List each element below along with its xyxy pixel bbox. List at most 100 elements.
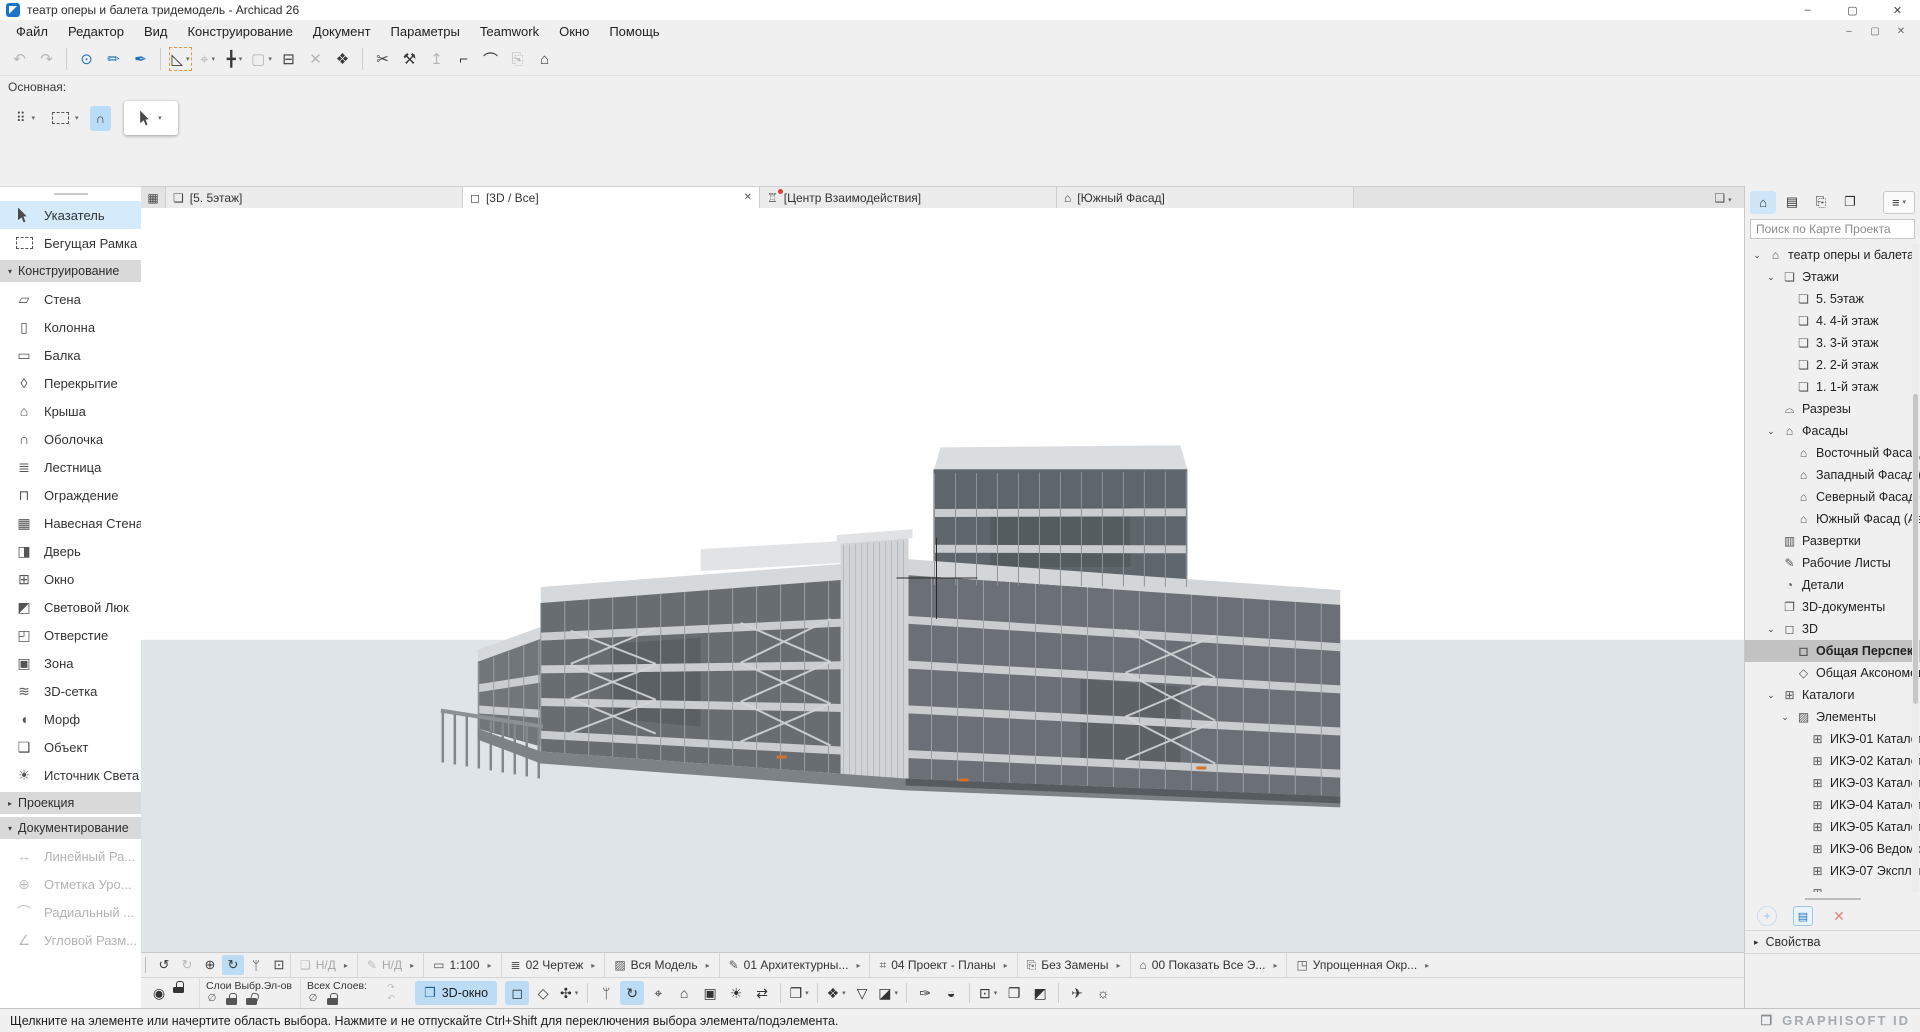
tree-item[interactable]: ⌓ Разрезы	[1745, 398, 1920, 420]
toolbox-item[interactable]: ≣ Лестница	[0, 453, 141, 481]
axonometry-icon[interactable]: ◇	[531, 981, 555, 1005]
item-icon[interactable]	[587, 983, 588, 1003]
brush-icon[interactable]: ✑	[913, 981, 937, 1005]
tree-item[interactable]: ▥ Развертки	[1745, 530, 1920, 552]
chevron-down-icon[interactable]	[1765, 426, 1777, 437]
project-map-icon[interactable]: ⌂	[1750, 191, 1776, 214]
item-icon[interactable]	[66, 48, 67, 70]
snap-guides-icon[interactable]: ▢	[249, 46, 274, 72]
doc-restore-icon[interactable]: ▢	[1865, 23, 1885, 41]
perspective-icon[interactable]: ◻	[505, 981, 529, 1005]
layout-book-icon[interactable]: ⎘	[1808, 191, 1834, 214]
new-view-icon[interactable]: ❏	[1714, 191, 1731, 205]
pointer-icon[interactable]	[124, 101, 178, 135]
doc-close-icon[interactable]: ✕	[1891, 23, 1911, 41]
search-input[interactable]	[1750, 219, 1915, 239]
toolbox-item[interactable]: ▭ Балка	[0, 341, 141, 369]
chevron-down-icon[interactable]	[1779, 712, 1791, 723]
quickbar-field[interactable]: ❏ Н/Д	[290, 953, 357, 977]
filter-elements-icon[interactable]: ▽	[850, 981, 874, 1005]
tree-item[interactable]: ✎ Рабочие Листы	[1745, 552, 1920, 574]
tree-item[interactable]: ⊞ ИКЭ-03 Каталог Д	[1745, 772, 1920, 794]
toolbox-item[interactable]: Указатель	[0, 201, 141, 229]
split-icon[interactable]: ✂	[370, 46, 395, 72]
orbit-3d-icon[interactable]: ↻	[620, 981, 644, 1005]
pick-up-parameters-icon[interactable]: ✏	[101, 46, 126, 72]
item-icon[interactable]	[1058, 983, 1059, 1003]
tree-item[interactable]: ❏ Этажи	[1745, 266, 1920, 288]
tree-item[interactable]: ⌂ Восточный Фасад (	[1745, 442, 1920, 464]
sun-study-icon[interactable]: ☀	[724, 981, 748, 1005]
toolbox-item[interactable]: ◩ Световой Люк	[0, 593, 141, 621]
fly-mode-icon[interactable]: ✈	[1065, 981, 1089, 1005]
tree-item[interactable]: ❏ 5. 5этаж	[1745, 288, 1920, 310]
tree-item[interactable]: ❏ 1. 1-й этаж	[1745, 376, 1920, 398]
zoom-in-icon[interactable]: ⊕	[199, 955, 221, 975]
quickbar-field[interactable]: ▭ 1:100	[423, 953, 500, 977]
tree-item[interactable]: ⌂ Южный Фасад (Авт	[1745, 508, 1920, 530]
panel-grip[interactable]	[1805, 898, 1861, 900]
quickbar-field[interactable]: ▨ Вся Модель	[604, 953, 718, 977]
toolbox-grip[interactable]	[54, 193, 88, 195]
publisher-icon[interactable]: ❐	[1837, 191, 1863, 214]
toolbox-item[interactable]: ❑ Объект	[0, 733, 141, 761]
tree-item[interactable]: ◻ Общая Перспекти	[1745, 640, 1920, 662]
elevate-icon[interactable]: ↥	[424, 46, 449, 72]
tree-item[interactable]: ⊞	[1745, 882, 1920, 892]
tree-item[interactable]: ◔ Детали	[1745, 574, 1920, 596]
tree-item[interactable]: ⊞ ИКЭ-06 Ведомост	[1745, 838, 1920, 860]
lock-icon[interactable]	[327, 993, 339, 1005]
toolbox-item[interactable]: ⌒ Радиальный ...	[0, 898, 141, 926]
toolbox-item[interactable]: ▦ Навесная Стена	[0, 509, 141, 537]
toolbox-item[interactable]: Бегущая Рамка	[0, 229, 141, 257]
fillet-icon[interactable]: ⌒	[478, 46, 503, 72]
menu-item[interactable]: Параметры	[381, 22, 470, 41]
menu-item[interactable]: Файл	[6, 22, 58, 41]
view-tab[interactable]: ⌂ [Южный Фасад]	[1057, 187, 1354, 208]
tracker-coordinates-icon[interactable]: ⌖	[195, 46, 220, 72]
chevron-down-icon[interactable]	[1751, 250, 1763, 261]
chevron-down-icon[interactable]	[1765, 272, 1777, 283]
marquee-3d-icon[interactable]: ❖	[824, 981, 848, 1005]
quickbar-field[interactable]: ⎘ Без Замены	[1017, 953, 1130, 977]
view-tab[interactable]: ❏ [5. 5этаж]	[166, 187, 463, 208]
tree-item[interactable]: ❏ 3. 3-й этаж	[1745, 332, 1920, 354]
guide-lines-icon[interactable]: ◺	[168, 46, 193, 72]
tab-overview-button[interactable]: ▦	[141, 187, 166, 208]
marquee-method-icon[interactable]	[46, 106, 85, 131]
toolbox-item[interactable]: ◖ Морф	[0, 705, 141, 733]
cutting-plane-icon[interactable]: ◪	[876, 981, 900, 1005]
tree-item[interactable]: ▨ Элементы	[1745, 706, 1920, 728]
menu-item[interactable]: Редактор	[58, 22, 134, 41]
redo-icon[interactable]: ↷	[34, 46, 59, 72]
copy-view-icon[interactable]: ❐	[1002, 981, 1026, 1005]
view-tab[interactable]: ◻ [3D / Все]	[463, 187, 760, 208]
quickbar-field[interactable]: ⌗ 04 Проект - Планы	[869, 953, 1016, 977]
tree-item[interactable]: ❏ 4. 4-й этаж	[1745, 310, 1920, 332]
explore-icon[interactable]: ᛘ	[245, 955, 267, 975]
toolbox-item[interactable]: ⌂ Крыша	[0, 397, 141, 425]
menu-item[interactable]: Вид	[134, 22, 178, 41]
tree-item[interactable]: ⊞ ИКЭ-04 Каталог С	[1745, 794, 1920, 816]
tree-item[interactable]: ⊞ ИКЭ-07 Эксплика	[1745, 860, 1920, 882]
id-settings-icon[interactable]: ▤	[1793, 906, 1813, 926]
back-icon[interactable]: ↺	[153, 955, 175, 975]
tree-item[interactable]: ❏ 2. 2-й этаж	[1745, 354, 1920, 376]
flip-view-icon[interactable]: ⇄	[750, 981, 774, 1005]
menu-item[interactable]: Конструирование	[177, 22, 302, 41]
snapshot-icon[interactable]: ⊡	[976, 981, 1000, 1005]
view-tab[interactable]: ♖ [Центр Взаимодействия]	[760, 187, 1057, 208]
menu-item[interactable]: Помощь	[599, 22, 669, 41]
drawing-reference-icon[interactable]: ⎘	[505, 46, 530, 72]
toolbox-item[interactable]: ▣ Зона	[0, 649, 141, 677]
inject-parameters-icon[interactable]: ✒	[128, 46, 153, 72]
undo-mini-icon[interactable]: ↶	[383, 993, 399, 1004]
tree-item[interactable]: ⊞ Каталоги	[1745, 684, 1920, 706]
orbit-icon[interactable]: ↻	[222, 955, 244, 975]
tab-close-icon[interactable]	[744, 192, 752, 203]
tree-item[interactable]: ⌂ Фасады	[1745, 420, 1920, 442]
toolbox-item[interactable]: ↔ Линейный Ра...	[0, 842, 141, 870]
tree-item[interactable]: ⊞ ИКЭ-05 Каталог С	[1745, 816, 1920, 838]
toolbox-item[interactable]: ⊞ Окно	[0, 565, 141, 593]
panel-menu-icon[interactable]: ≡	[1883, 191, 1915, 214]
